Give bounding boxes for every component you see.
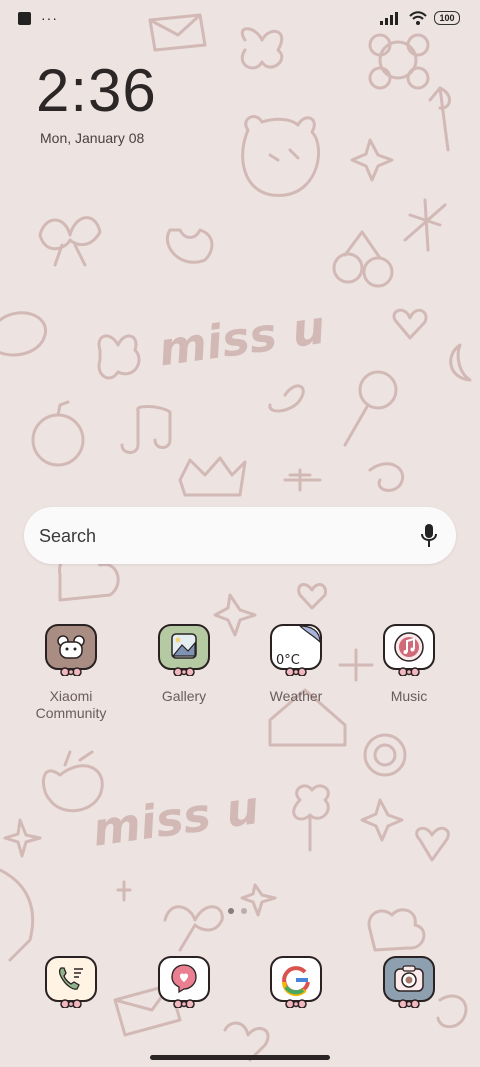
wifi-icon	[409, 11, 427, 25]
app-music[interactable]: Music	[359, 624, 459, 705]
app-weather[interactable]: 0°C Weather	[246, 624, 346, 705]
svg-text:miss u: miss u	[155, 300, 328, 377]
page-dot-active	[228, 908, 234, 914]
google-icon	[270, 956, 322, 1009]
dock-google[interactable]	[246, 956, 346, 1009]
battery-icon: 100	[434, 11, 460, 25]
clock-time[interactable]: 2:36	[36, 56, 157, 126]
camera-icon	[383, 956, 435, 1009]
signal-icon	[380, 12, 398, 25]
app-xiaomi-community[interactable]: Xiaomi Community	[21, 624, 121, 722]
bear-icon	[45, 624, 97, 677]
svg-text:miss u: miss u	[89, 780, 262, 857]
app-square-icon	[18, 12, 31, 25]
app-label: Xiaomi Community	[35, 688, 107, 721]
gesture-navigation-bar[interactable]	[150, 1055, 330, 1060]
svg-text:0°C: 0°C	[276, 653, 300, 668]
image-icon	[158, 624, 210, 677]
more-dots-icon: ···	[41, 10, 58, 26]
microphone-icon[interactable]	[420, 523, 438, 549]
app-gallery[interactable]: Gallery	[134, 624, 234, 705]
page-dot	[241, 908, 247, 914]
app-label: Weather	[269, 688, 323, 704]
clock-date[interactable]: Mon, January 08	[40, 130, 144, 146]
dock-messages[interactable]	[134, 956, 234, 1009]
app-label: Music	[390, 688, 428, 704]
message-icon	[158, 956, 210, 1009]
page-indicator	[228, 908, 247, 914]
music-note-icon	[383, 624, 435, 677]
phone-icon	[45, 956, 97, 1009]
search-placeholder: Search	[39, 526, 97, 546]
search-bar[interactable]: Search	[24, 507, 456, 564]
weather-icon: 0°C	[270, 624, 322, 677]
app-label: Gallery	[161, 688, 207, 704]
status-bar: ··· 100	[0, 0, 480, 40]
dock-phone[interactable]	[21, 956, 121, 1009]
dock-camera[interactable]	[359, 956, 459, 1009]
